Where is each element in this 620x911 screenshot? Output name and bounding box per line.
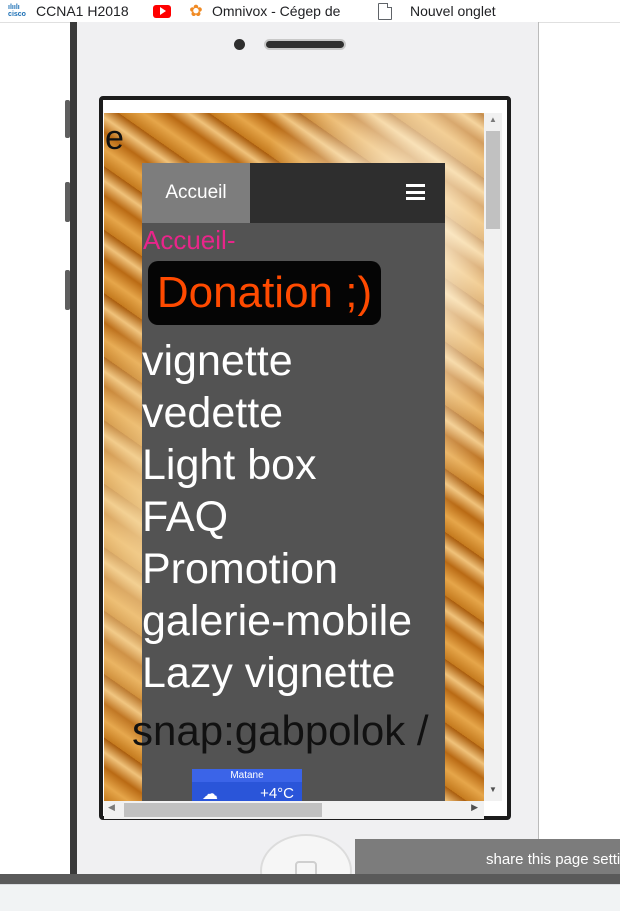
bookmark-nouvel-onglet[interactable]: Nouvel onglet [378, 0, 496, 22]
menu-item-vedette[interactable]: vedette [142, 387, 412, 439]
bookmark-ccna1[interactable]: ılıılı cisco CCNA1 H2018 [6, 0, 129, 22]
volume-up-button [65, 182, 70, 222]
snap-handle-text: snap:gabpolok / [132, 707, 429, 754]
bookmark-youtube[interactable] [153, 0, 171, 22]
vertical-scrollbar[interactable]: ▲ ▼ [484, 113, 502, 801]
nav-home-link[interactable]: Accueil [142, 163, 250, 223]
omnivox-flower-icon: ✿ [189, 3, 203, 20]
hamburger-icon[interactable] [406, 184, 425, 200]
page-icon [378, 2, 392, 20]
navbar: Accueil [142, 163, 445, 223]
cloud-snow-icon: ☁ [202, 786, 218, 801]
youtube-icon [153, 4, 171, 18]
bookmark-label: CCNA1 H2018 [36, 3, 129, 19]
share-bar-label: share this page setti [486, 851, 620, 868]
scroll-right-icon[interactable]: ▶ [471, 802, 478, 813]
menu-list: vignette vedette Light box FAQ Promotion… [142, 335, 412, 699]
menu-item-vignette[interactable]: vignette [142, 335, 412, 387]
scroll-left-icon[interactable]: ◀ [108, 802, 115, 813]
weather-temperature: +4°C [260, 785, 294, 801]
horizontal-scrollbar[interactable]: ◀ ▶ [104, 801, 484, 819]
page-viewport[interactable]: e Accueil Accueil- Donation ;) vignette … [104, 113, 484, 801]
browser-bottom-bar [0, 884, 620, 911]
bookmark-omnivox[interactable]: ✿ Omnivox - Cégep de [188, 0, 340, 22]
mute-switch [65, 100, 70, 138]
cisco-icon: ılıılı cisco [8, 4, 26, 18]
horizontal-scroll-thumb[interactable] [124, 803, 322, 817]
weather-widget[interactable]: Matane ☁ +4°C [192, 769, 302, 801]
menu-item-light-box[interactable]: Light box [142, 439, 412, 491]
menu-item-lazy-vignette[interactable]: Lazy vignette [142, 647, 412, 699]
vertical-scroll-thumb[interactable] [486, 131, 500, 229]
scroll-down-icon[interactable]: ▼ [484, 785, 502, 799]
breadcrumb[interactable]: Accueil- [143, 225, 235, 256]
bookmarks-bar: ılıılı cisco CCNA1 H2018 ✿ Omnivox - Cége… [0, 0, 620, 23]
menu-item-faq[interactable]: FAQ [142, 491, 412, 543]
menu-item-galerie-mobile[interactable]: galerie-mobile [142, 595, 412, 647]
earpiece-speaker [264, 39, 346, 50]
scroll-up-icon[interactable]: ▲ [484, 115, 502, 129]
bookmark-label: Omnivox - Cégep de [212, 3, 341, 19]
stray-text: e [105, 119, 124, 157]
volume-down-button [65, 270, 70, 310]
bookmark-label: Nouvel onglet [410, 3, 496, 19]
bottom-strip [0, 874, 620, 884]
front-camera [234, 39, 245, 50]
donation-button[interactable]: Donation ;) [148, 261, 381, 325]
weather-city: Matane [192, 769, 302, 782]
mobile-menu-panel: Accueil Accueil- Donation ;) vignette ve… [132, 163, 445, 801]
menu-item-promotion[interactable]: Promotion [142, 543, 412, 595]
